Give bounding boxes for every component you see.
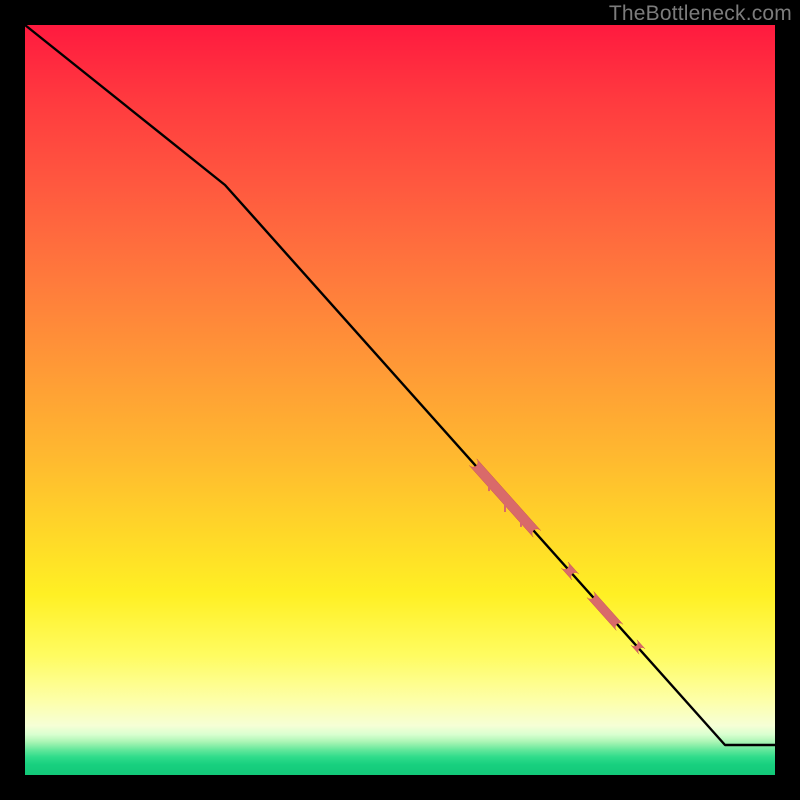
chart-overlay bbox=[25, 25, 775, 775]
chart-stage: TheBottleneck.com bbox=[0, 0, 800, 800]
marker-cluster bbox=[469, 459, 540, 537]
watermark-text: TheBottleneck.com bbox=[609, 2, 792, 26]
bottleneck-curve bbox=[25, 25, 775, 745]
